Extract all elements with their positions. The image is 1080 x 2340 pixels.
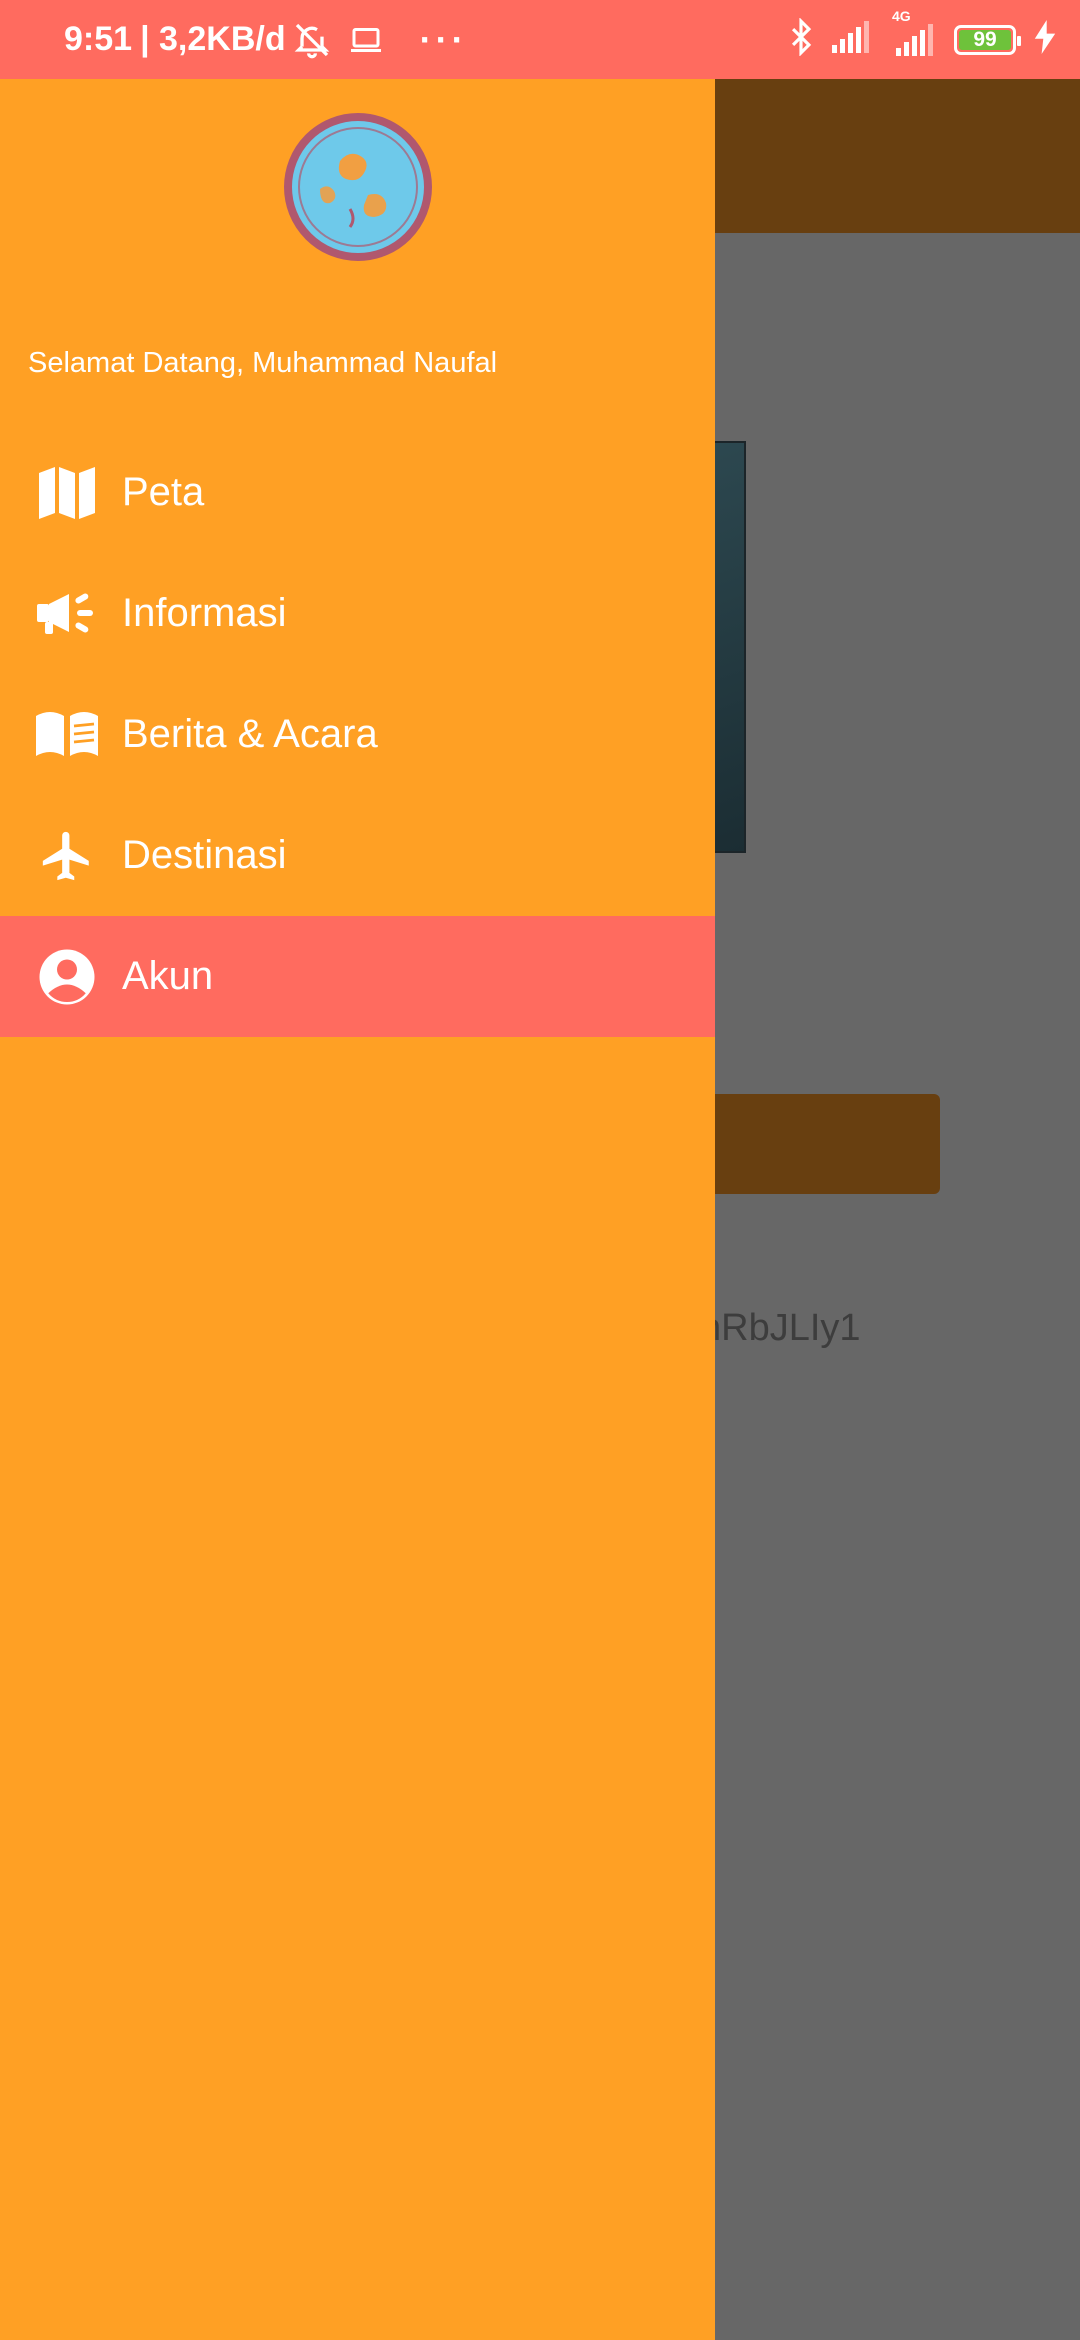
drawer-item-akun[interactable]: Akun bbox=[0, 916, 715, 1037]
drawer-item-berita-acara[interactable]: Berita & Acara bbox=[0, 674, 715, 795]
welcome-text: Selamat Datang, Muhammad Naufal bbox=[28, 347, 498, 379]
laptop-icon bbox=[346, 22, 386, 58]
drawer-item-label: Destinasi bbox=[122, 833, 287, 877]
bluetooth-icon bbox=[788, 17, 814, 61]
map-icon bbox=[36, 462, 98, 524]
drawer-item-destinasi[interactable]: Destinasi bbox=[0, 795, 715, 916]
data-rate: | 3,2KB/d bbox=[140, 20, 286, 58]
megaphone-icon bbox=[36, 583, 98, 645]
drawer-item-label: Peta bbox=[122, 470, 205, 514]
status-bar: 9:51 | 3,2KB/d ··· 4G 99 bbox=[0, 0, 1080, 79]
account-circle-icon bbox=[36, 946, 98, 1008]
navigation-drawer: Selamat Datang, Muhammad Naufal Peta Inf… bbox=[0, 79, 715, 2340]
battery-level: 99 bbox=[973, 27, 997, 51]
signal-icon bbox=[832, 21, 872, 58]
charging-icon bbox=[1034, 20, 1056, 59]
clock: 9:51 bbox=[64, 20, 133, 58]
drawer-item-label: Akun bbox=[122, 954, 214, 998]
book-icon bbox=[36, 704, 98, 766]
drawer-item-label: Berita & Acara bbox=[122, 712, 378, 756]
signal-4g-icon: 4G bbox=[890, 8, 936, 56]
drawer-item-label: Informasi bbox=[122, 591, 287, 635]
more-notifications-icon: ··· bbox=[419, 18, 468, 60]
battery-icon: 99 bbox=[954, 24, 1021, 55]
bell-off-icon bbox=[292, 20, 332, 60]
background-uid-fragment: nRbJLIy1 bbox=[700, 1307, 861, 1349]
app-logo bbox=[280, 109, 436, 265]
drawer-item-informasi[interactable]: Informasi bbox=[0, 553, 715, 674]
airplane-icon bbox=[36, 825, 98, 887]
drawer-menu: Peta Informasi Berita & Acara Destinasi … bbox=[0, 432, 715, 1037]
drawer-item-peta[interactable]: Peta bbox=[0, 432, 715, 553]
